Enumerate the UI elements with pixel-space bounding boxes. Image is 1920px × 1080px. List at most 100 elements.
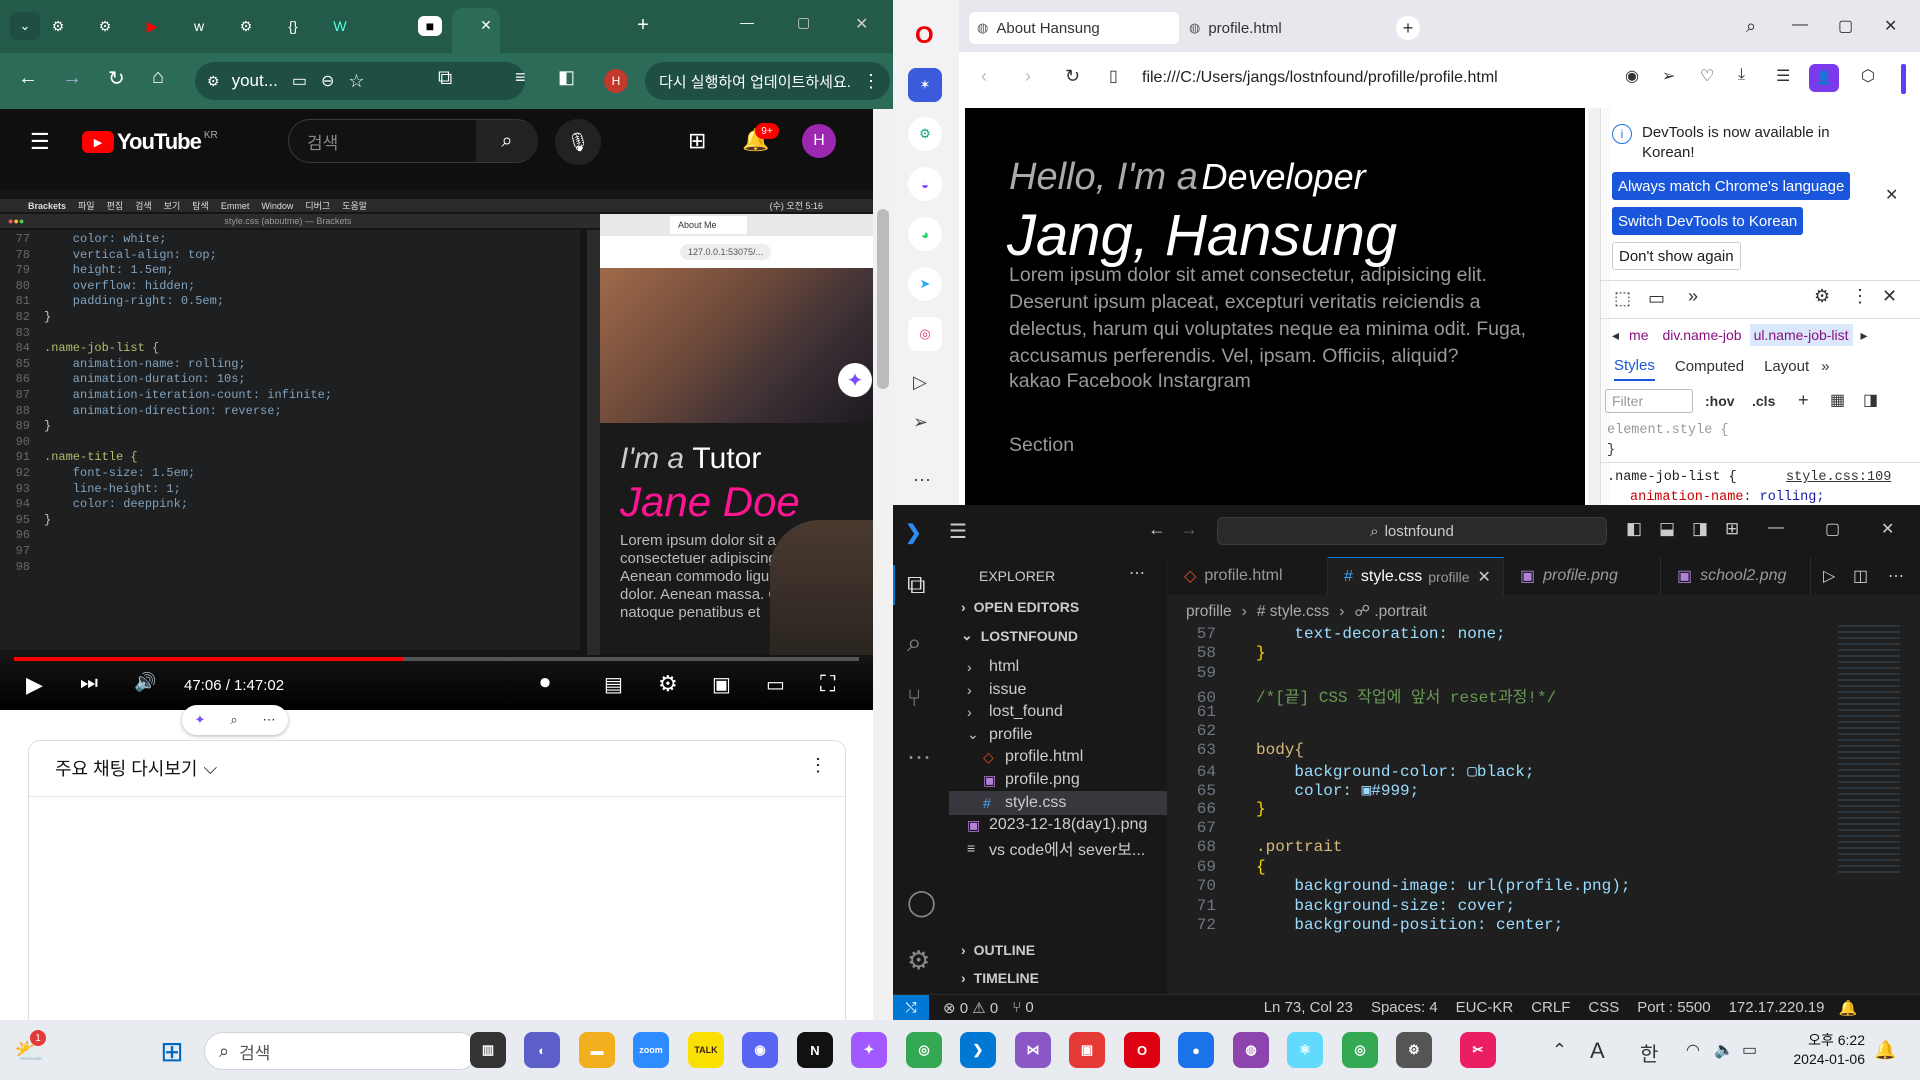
styles-filter-input[interactable]: Filter xyxy=(1605,389,1693,413)
easy-setup-icon[interactable]: ☰ xyxy=(1776,66,1790,86)
opera-reload-icon[interactable]: ↻ xyxy=(1065,66,1080,87)
youtube-logo[interactable]: ▶ YouTube KR xyxy=(82,129,218,155)
opera-account-icon[interactable]: 👤 xyxy=(1809,64,1839,92)
tab-computed[interactable]: Computed xyxy=(1675,358,1744,380)
new-style-rule-icon[interactable]: + xyxy=(1798,390,1809,411)
active-tab-icon[interactable]: ■ xyxy=(418,16,442,36)
social-links[interactable]: kakao Facebook Instargram xyxy=(1009,370,1251,393)
opera-new-tab-icon[interactable]: + xyxy=(1396,16,1420,40)
visual-studio-icon[interactable]: ⋈ xyxy=(1015,1032,1051,1068)
home-icon[interactable]: ⌂ xyxy=(152,66,164,89)
devtools-close-icon[interactable]: ✕ xyxy=(1882,286,1897,307)
vscode-minimize-icon[interactable]: — xyxy=(1768,519,1784,537)
opera-forward-icon[interactable]: › xyxy=(1025,66,1031,87)
ime-mode-hangul[interactable]: 한 xyxy=(1640,1038,1658,1067)
source-control-icon[interactable]: ⑂ xyxy=(907,685,921,713)
tree-item[interactable]: ▣ profile.png xyxy=(949,768,1167,792)
toggle-sidebar-icon[interactable]: ◧ xyxy=(1626,519,1642,539)
breadcrumb-item[interactable]: profille xyxy=(1186,603,1232,621)
chrome-icon[interactable]: ◎ xyxy=(906,1032,942,1068)
vscode-maximize-icon[interactable]: ▢ xyxy=(1825,519,1840,539)
account-avatar[interactable]: H xyxy=(802,124,836,158)
opera-icon[interactable]: O xyxy=(1124,1032,1160,1068)
new-tab-icon[interactable]: + xyxy=(630,12,656,38)
tree-item[interactable]: › lost_found xyxy=(949,700,1167,724)
vscode-menu-icon[interactable]: ☰ xyxy=(949,519,967,544)
tree-item[interactable]: ⌄ profile xyxy=(949,723,1167,747)
speaker-icon[interactable]: 🔈 xyxy=(1714,1040,1734,1060)
instagram-icon[interactable]: ◎ xyxy=(908,317,942,351)
crumb-right-icon[interactable]: ▸ xyxy=(1861,327,1868,344)
settings-icon[interactable]: ⚙ xyxy=(1396,1032,1432,1068)
voice-search-icon[interactable]: 🎙 xyxy=(555,119,601,165)
reload-icon[interactable]: ↻ xyxy=(108,66,125,91)
root-folder-section[interactable]: ⌄ LOSTNFOUND xyxy=(961,627,1078,644)
theater-mode-icon[interactable]: ▭ xyxy=(766,672,785,697)
manage-gear-icon[interactable]: ⚙ xyxy=(907,945,930,976)
w-green-icon[interactable]: W xyxy=(325,12,355,40)
fullscreen-icon[interactable]: ⛶ xyxy=(820,671,835,697)
outline-section[interactable]: › OUTLINE xyxy=(961,942,1035,958)
chrome-menu-icon[interactable]: ⋮ xyxy=(862,71,880,92)
always-match-language-button[interactable]: Always match Chrome's language xyxy=(1612,172,1851,200)
open-editors-section[interactable]: › OPEN EDITORS xyxy=(961,599,1079,615)
task-view-icon[interactable]: ▥ xyxy=(470,1032,506,1068)
next-icon[interactable]: ⏭ xyxy=(80,672,98,695)
cls-toggle[interactable]: .cls xyxy=(1752,393,1775,409)
editor-tab[interactable]: ◇ profile.html xyxy=(1168,557,1328,595)
search-button-icon[interactable]: ⌕ xyxy=(476,120,538,162)
scrollbar-thumb[interactable] xyxy=(877,209,889,389)
bookmark-star-icon[interactable]: ☆ xyxy=(348,71,364,92)
editor-tab[interactable]: ▣ school2.png xyxy=(1661,557,1811,595)
notion-icon[interactable]: N xyxy=(797,1032,833,1068)
editor-tab[interactable]: # style.css profille ✕ xyxy=(1328,557,1504,595)
app-red-icon[interactable]: ▣ xyxy=(1069,1032,1105,1068)
snipping-icon[interactable]: ✂ xyxy=(1460,1032,1496,1068)
autoplay-toggle-icon[interactable]: ⏺ xyxy=(540,672,550,695)
chatgpt-icon[interactable]: ⚙ xyxy=(908,117,942,151)
more-icon[interactable]: ⋯ xyxy=(263,712,276,728)
editor-more-icon[interactable]: ⋯ xyxy=(1888,566,1904,586)
more-tabs-icon[interactable]: » xyxy=(1688,286,1698,307)
opera-search-tabs-icon[interactable]: ⌕ xyxy=(1746,16,1756,37)
minimap[interactable] xyxy=(1838,625,1900,875)
opera-back-icon[interactable]: ‹ xyxy=(981,66,987,87)
breadcrumb-item[interactable]: # style.css xyxy=(1257,603,1329,621)
battery-icon[interactable]: ▭ xyxy=(1742,1040,1757,1060)
editor-tab[interactable]: ▣ profile.png xyxy=(1504,557,1661,595)
minimize-icon[interactable]: — xyxy=(740,14,754,30)
search-icon[interactable]: ⌕ xyxy=(907,627,922,659)
breadcrumb-item[interactable]: ☍ .portrait xyxy=(1354,602,1427,621)
vscode-icon[interactable]: ❯ xyxy=(960,1032,996,1068)
crumb[interactable]: me xyxy=(1629,327,1648,343)
ports-indicator[interactable]: ⑂ 0 xyxy=(1012,999,1034,1016)
opera-maximize-icon[interactable]: ▢ xyxy=(1838,16,1853,36)
volume-icon[interactable]: 🔊 xyxy=(134,672,156,693)
taskbar-date[interactable]: 2024-01-06 xyxy=(1785,1051,1865,1067)
timeline-section[interactable]: › TIMELINE xyxy=(961,970,1039,986)
nav-forward-icon[interactable]: → xyxy=(1180,519,1198,540)
taskbar-search-box[interactable]: ⌕ 검색 xyxy=(204,1032,478,1070)
subtitles-icon[interactable]: ▤ xyxy=(604,672,623,697)
explorer-icon[interactable]: ▬ xyxy=(579,1032,615,1068)
tab-close-icon[interactable]: ✕ xyxy=(1478,567,1491,587)
telegram-icon[interactable]: ➤ xyxy=(908,267,942,301)
opera-address-bar[interactable]: file:///C:/Users/jangs/lostnfound/profil… xyxy=(1142,69,1498,87)
end-of-line[interactable]: CRLF xyxy=(1531,999,1570,1016)
toggle-panel-icon[interactable]: ⬓ xyxy=(1659,519,1675,539)
explorer-files-icon[interactable]: ⧉ xyxy=(907,569,926,601)
language-mode[interactable]: CSS xyxy=(1588,999,1619,1016)
messenger-icon[interactable]: ◒ xyxy=(908,167,942,201)
extensions-cube-icon[interactable]: ⬡ xyxy=(1861,66,1875,86)
create-video-icon[interactable]: ⊞ xyxy=(688,128,706,154)
switch-to-korean-button[interactable]: Switch DevTools to Korean xyxy=(1612,207,1804,235)
opera-tab-profile[interactable]: ◍ profile.html xyxy=(1181,12,1391,44)
crumb-selected[interactable]: ul.name-job-list xyxy=(1749,324,1853,346)
meet-icon[interactable]: ◐ xyxy=(524,1032,560,1068)
computed-sidebar-icon[interactable]: ◨ xyxy=(1863,390,1878,410)
chatgpt-icon[interactable]: ⚙ xyxy=(43,12,73,40)
notice-close-icon[interactable]: ✕ xyxy=(1885,185,1898,205)
wifi-icon[interactable]: ◠ xyxy=(1686,1040,1700,1060)
accounts-icon[interactable]: ◯ xyxy=(907,887,936,918)
tab-search-chevron-icon[interactable]: ⌄ xyxy=(10,12,40,40)
